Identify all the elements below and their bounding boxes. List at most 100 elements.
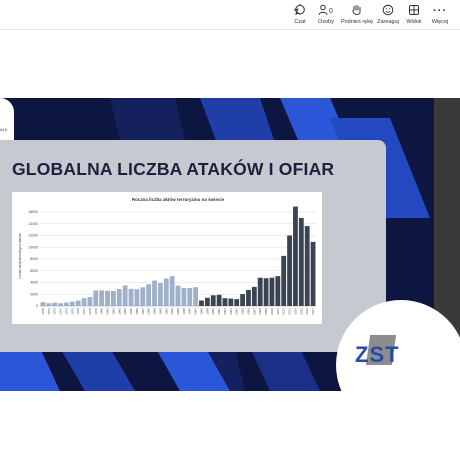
x-tick-label: 2012 xyxy=(282,308,286,315)
x-tick-label: 1982 xyxy=(111,308,115,315)
x-tick-label: 1986 xyxy=(135,308,139,315)
zst-logo: ZST xyxy=(355,342,400,367)
x-tick-label: 2005 xyxy=(241,308,245,315)
x-tick-label: 1974 xyxy=(64,308,68,315)
y-tick-label: 16000 xyxy=(28,210,38,214)
x-tick-label: 2017 xyxy=(311,308,315,315)
bar xyxy=(222,298,228,306)
x-tick-label: 1972 xyxy=(53,308,57,315)
bar xyxy=(46,303,52,306)
x-tick-label: 2011 xyxy=(276,308,280,315)
bar xyxy=(257,277,263,306)
bar xyxy=(193,287,199,306)
x-tick-label: 1983 xyxy=(117,308,121,315)
x-tick-label: 1988 xyxy=(147,308,151,315)
x-tick-label: 2013 xyxy=(288,308,292,315)
bar xyxy=(128,288,134,306)
x-tick-label: 1998 xyxy=(199,308,203,315)
bar xyxy=(175,285,181,306)
bar xyxy=(310,241,316,306)
x-tick-label: 2008 xyxy=(258,308,262,315)
x-tick-label: 1997 xyxy=(194,308,198,315)
people-count: 0 xyxy=(329,8,333,15)
chart-ylabel: Liczba zarejestrowanych ataków xyxy=(18,232,22,279)
raise-hand-icon xyxy=(340,4,374,18)
bar xyxy=(122,285,128,306)
bar-chart: Roczna liczba aktów terroryzmu na świeci… xyxy=(12,192,322,324)
y-tick-label: 2000 xyxy=(30,292,38,296)
x-tick-label: 1984 xyxy=(123,308,127,315)
x-tick-label: 1985 xyxy=(129,308,133,315)
y-tick-label: 0 xyxy=(36,304,38,308)
bar xyxy=(281,255,287,306)
more-icon: ··· xyxy=(433,5,447,17)
bar xyxy=(293,206,298,306)
bar xyxy=(181,287,187,306)
bar xyxy=(69,301,75,306)
x-tick-label: 1992 xyxy=(170,308,174,315)
bar xyxy=(64,302,69,306)
slide-title: GLOBALNA LICZBA ATAKÓW I OFIAR xyxy=(12,159,335,179)
x-tick-label: 1970 xyxy=(41,308,45,315)
x-tick-label: 1991 xyxy=(164,308,168,315)
bar xyxy=(105,290,110,306)
bar xyxy=(204,297,210,306)
x-tick-label: 1999 xyxy=(205,308,209,315)
bar xyxy=(228,298,234,306)
bar xyxy=(263,278,269,306)
y-tick-label: 4000 xyxy=(30,281,38,285)
bar xyxy=(240,294,246,306)
meeting-toolbar: Czat 0 Osoby Podnieś rękę Zareaguj Widok… xyxy=(0,0,460,30)
x-tick-label: 2016 xyxy=(305,308,309,315)
bar xyxy=(116,289,122,306)
bar xyxy=(275,276,281,306)
x-tick-label: 1978 xyxy=(88,308,92,315)
x-tick-label: 1980 xyxy=(100,308,104,315)
people-icon: 0 xyxy=(309,4,343,18)
more-button[interactable]: ··· Więcej xyxy=(423,4,457,26)
slide-edge-text: ALK xyxy=(0,127,8,132)
y-tick-label: 8000 xyxy=(30,257,38,261)
x-tick-label: 1989 xyxy=(153,308,157,315)
x-tick-label: 2014 xyxy=(293,308,297,315)
bar xyxy=(75,300,81,306)
x-tick-label: 1971 xyxy=(47,308,51,315)
x-tick-label: 2015 xyxy=(299,308,303,315)
y-tick-label: 12000 xyxy=(28,234,38,238)
bar xyxy=(40,302,46,306)
bar xyxy=(246,289,251,306)
bar xyxy=(146,284,152,306)
x-tick-label: 2006 xyxy=(246,308,250,315)
bar xyxy=(134,289,140,306)
x-tick-label: 2009 xyxy=(264,308,268,315)
bar xyxy=(187,288,193,306)
bar xyxy=(52,302,58,306)
bar xyxy=(199,300,204,306)
x-tick-label: 2001 xyxy=(217,308,221,315)
x-tick-label: 1979 xyxy=(94,308,98,315)
bar xyxy=(99,290,105,306)
bar xyxy=(251,286,257,306)
x-tick-label: 2007 xyxy=(252,308,256,315)
bar xyxy=(234,299,240,306)
bar xyxy=(93,290,99,306)
bar xyxy=(140,287,146,306)
x-tick-label: 1990 xyxy=(158,308,162,315)
bar xyxy=(210,295,216,306)
bar xyxy=(110,291,116,306)
bar xyxy=(216,294,222,306)
x-tick-label: 1996 xyxy=(188,308,192,315)
x-tick-label: 2010 xyxy=(270,308,274,315)
x-tick-label: 1975 xyxy=(70,308,74,315)
x-tick-label: 2004 xyxy=(235,308,239,315)
y-tick-label: 10000 xyxy=(28,245,38,249)
chart-canvas: Roczna liczba aktów terroryzmu na świeci… xyxy=(18,197,316,315)
bar xyxy=(169,276,175,306)
more-label: Więcej xyxy=(431,19,449,25)
x-tick-label: 1981 xyxy=(106,308,110,315)
bar xyxy=(157,283,163,306)
y-tick-label: 6000 xyxy=(30,269,38,273)
x-tick-label: 2000 xyxy=(211,308,215,315)
bar xyxy=(269,277,275,306)
x-tick-label: 1973 xyxy=(59,308,63,315)
